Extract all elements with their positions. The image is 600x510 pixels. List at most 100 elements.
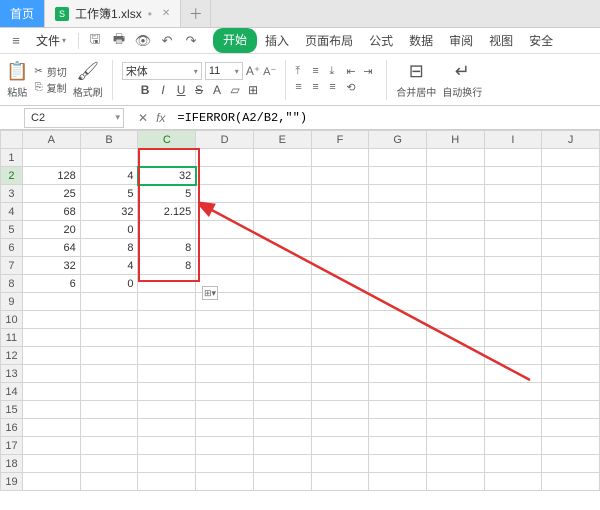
row-header-9[interactable]: 9 <box>1 293 23 311</box>
cell-G7[interactable] <box>369 257 427 275</box>
cancel-formula-icon[interactable]: ✕ <box>138 111 148 125</box>
cell-F14[interactable] <box>311 383 369 401</box>
cell-J5[interactable] <box>542 221 600 239</box>
cell-D18[interactable] <box>196 455 254 473</box>
cell-D11[interactable] <box>196 329 254 347</box>
cell-I17[interactable] <box>484 437 542 455</box>
cell-G15[interactable] <box>369 401 427 419</box>
italic-button[interactable]: I <box>156 83 170 97</box>
increase-font-icon[interactable]: A⁺ <box>246 64 260 78</box>
indent-increase-icon[interactable]: ⇥ <box>363 65 377 78</box>
cell-G14[interactable] <box>369 383 427 401</box>
row-header-11[interactable]: 11 <box>1 329 23 347</box>
row-header-13[interactable]: 13 <box>1 365 23 383</box>
cell-C9[interactable] <box>138 293 196 311</box>
hamburger-icon[interactable]: ≡ <box>6 31 26 51</box>
cell-E10[interactable] <box>253 311 311 329</box>
cell-A5[interactable]: 20 <box>22 221 80 239</box>
tab-close-icon[interactable]: ✕ <box>162 8 170 19</box>
cell-H6[interactable] <box>426 239 484 257</box>
font-color-button[interactable]: A <box>210 83 224 97</box>
cell-D4[interactable] <box>196 203 254 221</box>
cell-I16[interactable] <box>484 419 542 437</box>
cell-E14[interactable] <box>253 383 311 401</box>
cell-E16[interactable] <box>253 419 311 437</box>
row-header-5[interactable]: 5 <box>1 221 23 239</box>
cell-I14[interactable] <box>484 383 542 401</box>
row-header-1[interactable]: 1 <box>1 149 23 167</box>
cell-D6[interactable] <box>196 239 254 257</box>
cell-J8[interactable] <box>542 275 600 293</box>
decrease-font-icon[interactable]: A⁻ <box>263 65 276 78</box>
cell-E2[interactable] <box>253 167 311 185</box>
align-right-icon[interactable]: ≡ <box>329 81 343 94</box>
cell-D12[interactable] <box>196 347 254 365</box>
row-header-4[interactable]: 4 <box>1 203 23 221</box>
cell-A16[interactable] <box>22 419 80 437</box>
save-icon[interactable]: 🖫 <box>85 31 105 51</box>
select-all-corner[interactable] <box>1 131 23 149</box>
cell-I19[interactable] <box>484 473 542 491</box>
cell-A4[interactable]: 68 <box>22 203 80 221</box>
cell-F13[interactable] <box>311 365 369 383</box>
cell-H13[interactable] <box>426 365 484 383</box>
cell-B11[interactable] <box>80 329 138 347</box>
cell-E5[interactable] <box>253 221 311 239</box>
cell-J2[interactable] <box>542 167 600 185</box>
row-header-14[interactable]: 14 <box>1 383 23 401</box>
cell-C19[interactable] <box>138 473 196 491</box>
cell-D13[interactable] <box>196 365 254 383</box>
cell-E9[interactable] <box>253 293 311 311</box>
row-header-3[interactable]: 3 <box>1 185 23 203</box>
cell-G13[interactable] <box>369 365 427 383</box>
ribbon-tab-insert[interactable]: 插入 <box>257 28 297 53</box>
cell-G5[interactable] <box>369 221 427 239</box>
cell-I5[interactable] <box>484 221 542 239</box>
cell-C17[interactable] <box>138 437 196 455</box>
cell-H12[interactable] <box>426 347 484 365</box>
cell-J14[interactable] <box>542 383 600 401</box>
cell-A9[interactable] <box>22 293 80 311</box>
format-painter-button[interactable]: 🖌 格式刷 <box>73 61 103 99</box>
wrap-text-button[interactable]: ↵ 自动换行 <box>442 61 482 99</box>
cell-D15[interactable] <box>196 401 254 419</box>
cell-A1[interactable] <box>22 149 80 167</box>
cell-C12[interactable] <box>138 347 196 365</box>
cell-C13[interactable] <box>138 365 196 383</box>
row-header-12[interactable]: 12 <box>1 347 23 365</box>
cell-F8[interactable] <box>311 275 369 293</box>
cell-B7[interactable]: 4 <box>80 257 138 275</box>
cell-I4[interactable] <box>484 203 542 221</box>
align-bottom-icon[interactable]: ⤓ <box>329 65 343 78</box>
ribbon-tab-layout[interactable]: 页面布局 <box>297 28 361 53</box>
cell-G2[interactable] <box>369 167 427 185</box>
cell-B12[interactable] <box>80 347 138 365</box>
underline-button[interactable]: U <box>174 83 188 97</box>
cell-J10[interactable] <box>542 311 600 329</box>
tab-home[interactable]: 首页 <box>0 0 45 27</box>
cell-G8[interactable] <box>369 275 427 293</box>
column-header-F[interactable]: F <box>311 131 369 149</box>
tab-workbook[interactable]: S 工作簿1.xlsx • ✕ <box>45 0 181 27</box>
cell-A13[interactable] <box>22 365 80 383</box>
cell-C16[interactable] <box>138 419 196 437</box>
cell-B6[interactable]: 8 <box>80 239 138 257</box>
cell-I13[interactable] <box>484 365 542 383</box>
cell-A14[interactable] <box>22 383 80 401</box>
cell-H15[interactable] <box>426 401 484 419</box>
cell-I11[interactable] <box>484 329 542 347</box>
undo-icon[interactable]: ↶ <box>157 31 177 51</box>
cell-F5[interactable] <box>311 221 369 239</box>
cell-H17[interactable] <box>426 437 484 455</box>
cell-C2[interactable]: 32 <box>138 167 196 185</box>
ribbon-tab-data[interactable]: 数据 <box>401 28 441 53</box>
cell-C10[interactable] <box>138 311 196 329</box>
cell-F9[interactable] <box>311 293 369 311</box>
cell-C11[interactable] <box>138 329 196 347</box>
cell-B14[interactable] <box>80 383 138 401</box>
cell-G12[interactable] <box>369 347 427 365</box>
cell-C5[interactable] <box>138 221 196 239</box>
ribbon-tab-review[interactable]: 审阅 <box>441 28 481 53</box>
cell-B5[interactable]: 0 <box>80 221 138 239</box>
font-size-select[interactable]: 11▾ <box>205 62 243 80</box>
